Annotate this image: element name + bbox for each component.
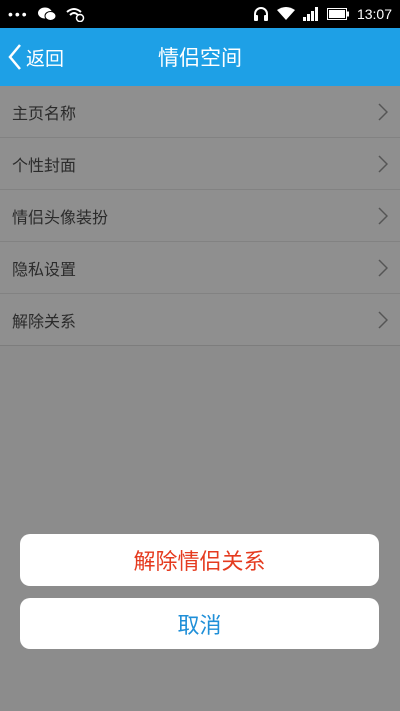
list-item-unbind[interactable]: 解除关系 <box>0 294 400 346</box>
status-left: ••• <box>8 6 85 22</box>
list-item-label: 主页名称 <box>12 103 77 123</box>
cancel-label: 取消 <box>177 613 222 639</box>
wifi-icon <box>276 7 295 20</box>
list-item-label: 个性封面 <box>12 155 77 175</box>
list-item-label: 隐私设置 <box>12 259 77 279</box>
wechat-icon <box>37 7 57 21</box>
list-item-avatar-decoration[interactable]: 情侣头像装扮 <box>0 190 400 242</box>
list-item-cover[interactable]: 个性封面 <box>0 138 400 190</box>
status-bar: ••• 13:07 <box>0 0 400 28</box>
signal-icon <box>302 7 318 21</box>
chevron-right-icon <box>378 310 388 329</box>
chevron-right-icon <box>378 154 388 173</box>
status-right: 13:07 <box>253 6 392 22</box>
wifi-sync-icon <box>66 8 84 22</box>
list-item-homepage-name[interactable]: 主页名称 <box>0 86 400 138</box>
battery-icon <box>326 8 349 20</box>
chevron-right-icon <box>378 102 388 121</box>
back-label: 返回 <box>26 47 65 70</box>
app-bar: 返回 情侣空间 <box>0 28 400 86</box>
chevron-right-icon <box>378 206 388 225</box>
cancel-button[interactable]: 取消 <box>20 598 379 649</box>
chevron-left-icon <box>8 44 21 70</box>
confirm-unbind-button[interactable]: 解除情侣关系 <box>20 534 379 586</box>
chevron-right-icon <box>378 258 388 277</box>
headset-icon <box>253 7 268 21</box>
list-item-privacy[interactable]: 隐私设置 <box>0 242 400 294</box>
settings-list: 主页名称 个性封面 情侣头像装扮 隐私设置 解除关系 <box>0 86 400 346</box>
status-time: 13:07 <box>356 6 392 22</box>
list-item-label: 情侣头像装扮 <box>12 207 109 227</box>
more-dots-icon: ••• <box>8 6 29 22</box>
back-button[interactable]: 返回 <box>8 28 64 86</box>
confirm-unbind-label: 解除情侣关系 <box>133 550 266 575</box>
list-item-label: 解除关系 <box>12 311 77 331</box>
